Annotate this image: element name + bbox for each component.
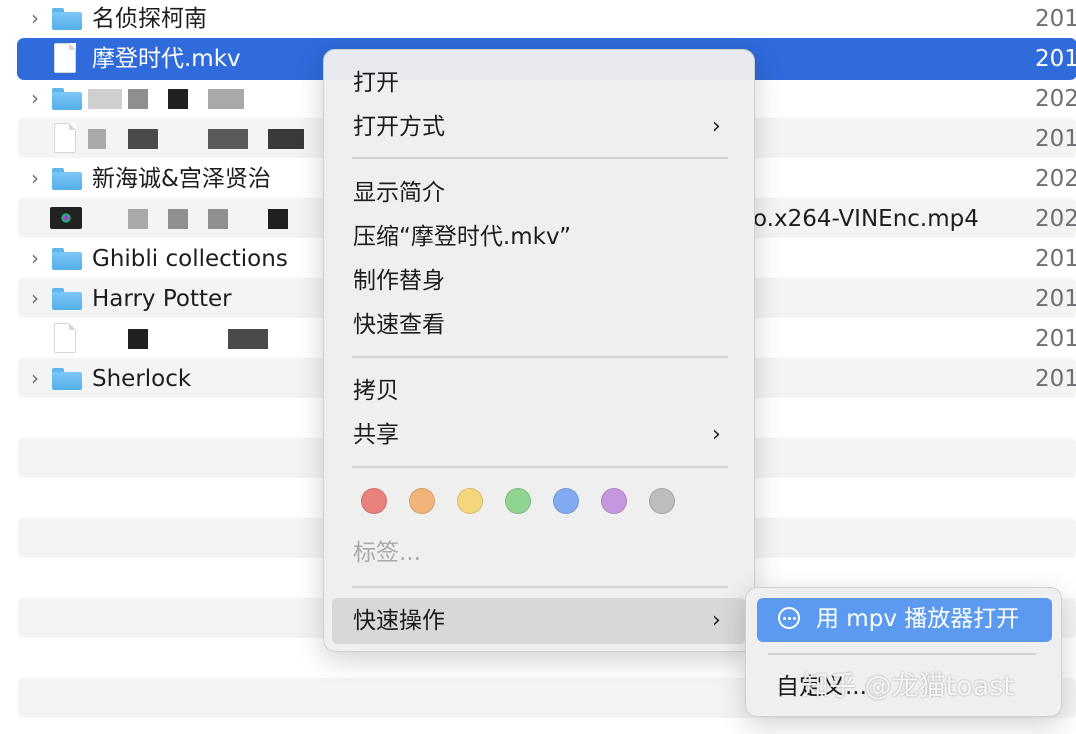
tag-color-red[interactable] bbox=[361, 488, 387, 514]
menu-item-copy[interactable]: 拷贝 bbox=[353, 376, 399, 406]
menu-item-open[interactable]: 打开 bbox=[353, 68, 399, 98]
file-date: 202 bbox=[1035, 86, 1076, 112]
chevron-right-icon: › bbox=[712, 114, 721, 139]
submenu-item-mpv-label: 用 mpv 播放器打开 bbox=[816, 606, 1020, 632]
video-thumbnail-icon bbox=[50, 207, 82, 229]
folder-icon bbox=[52, 88, 82, 110]
file-row-folder[interactable]: › 名侦探柯南 201 bbox=[18, 0, 1076, 39]
disclosure-chevron-icon[interactable]: › bbox=[28, 247, 42, 269]
document-icon bbox=[54, 123, 76, 153]
file-name: 摩登时代.mkv bbox=[92, 46, 241, 72]
menu-separator bbox=[352, 466, 728, 468]
menu-item-get-info[interactable]: 显示简介 bbox=[353, 178, 445, 208]
file-date: 201 bbox=[1035, 326, 1076, 352]
file-name: Harry Potter bbox=[92, 286, 232, 312]
file-date: 202 bbox=[1035, 206, 1076, 232]
folder-icon bbox=[52, 368, 82, 390]
menu-separator bbox=[352, 586, 728, 588]
file-date: 201 bbox=[1035, 246, 1076, 272]
tag-color-blue[interactable] bbox=[553, 488, 579, 514]
folder-icon bbox=[52, 8, 82, 30]
tag-color-orange[interactable] bbox=[409, 488, 435, 514]
file-date: 201 bbox=[1035, 126, 1076, 152]
file-date: 201 bbox=[1035, 46, 1076, 72]
document-icon bbox=[54, 323, 76, 353]
disclosure-chevron-icon[interactable]: › bbox=[28, 167, 42, 189]
file-date: 201 bbox=[1035, 366, 1076, 392]
menu-item-share[interactable]: 共享 bbox=[353, 420, 399, 450]
tag-color-purple[interactable] bbox=[601, 488, 627, 514]
menu-item-compress[interactable]: 压缩“摩登时代.mkv” bbox=[353, 222, 571, 252]
file-date: 201 bbox=[1035, 286, 1076, 312]
tag-color-green[interactable] bbox=[505, 488, 531, 514]
tag-color-yellow[interactable] bbox=[457, 488, 483, 514]
tag-color-gray[interactable] bbox=[649, 488, 675, 514]
folder-icon bbox=[52, 288, 82, 310]
file-name: Ghibli collections bbox=[92, 246, 288, 272]
folder-icon bbox=[52, 248, 82, 270]
menu-item-quick-look[interactable]: 快速查看 bbox=[353, 310, 445, 340]
submenu-item-mpv[interactable]: 用 mpv 播放器打开 bbox=[757, 598, 1052, 642]
disclosure-chevron-icon[interactable]: › bbox=[28, 7, 42, 29]
disclosure-chevron-icon[interactable]: › bbox=[28, 87, 42, 109]
file-name: 名侦探柯南 bbox=[92, 6, 207, 32]
file-name-tail: o.x264-VINEnc.mp4 bbox=[753, 206, 979, 232]
context-menu: 打开 打开方式 › 显示简介 压缩“摩登时代.mkv” 制作替身 快速查看 拷贝… bbox=[323, 49, 755, 652]
watermark-text: 知乎 @龙猫toast bbox=[802, 671, 1014, 702]
disclosure-chevron-icon[interactable]: › bbox=[28, 287, 42, 309]
file-name: Sherlock bbox=[92, 366, 192, 392]
menu-separator bbox=[352, 356, 728, 358]
chevron-right-icon: › bbox=[712, 608, 721, 633]
menu-item-make-alias[interactable]: 制作替身 bbox=[353, 266, 445, 296]
folder-icon bbox=[52, 168, 82, 190]
menu-item-tags[interactable]: 标签... bbox=[353, 538, 421, 568]
menu-item-quick-actions[interactable]: 快速操作 bbox=[353, 606, 445, 636]
file-name: 新海诚&宫泽贤治 bbox=[92, 166, 271, 192]
document-icon bbox=[54, 43, 76, 73]
menu-item-open-with[interactable]: 打开方式 bbox=[353, 112, 445, 142]
chevron-right-icon: › bbox=[712, 422, 721, 447]
file-date: 202 bbox=[1035, 166, 1076, 192]
more-circle-icon bbox=[778, 607, 800, 629]
menu-separator bbox=[352, 157, 728, 159]
disclosure-chevron-icon[interactable]: › bbox=[28, 367, 42, 389]
file-date: 201 bbox=[1035, 6, 1076, 32]
menu-separator bbox=[768, 653, 1036, 655]
